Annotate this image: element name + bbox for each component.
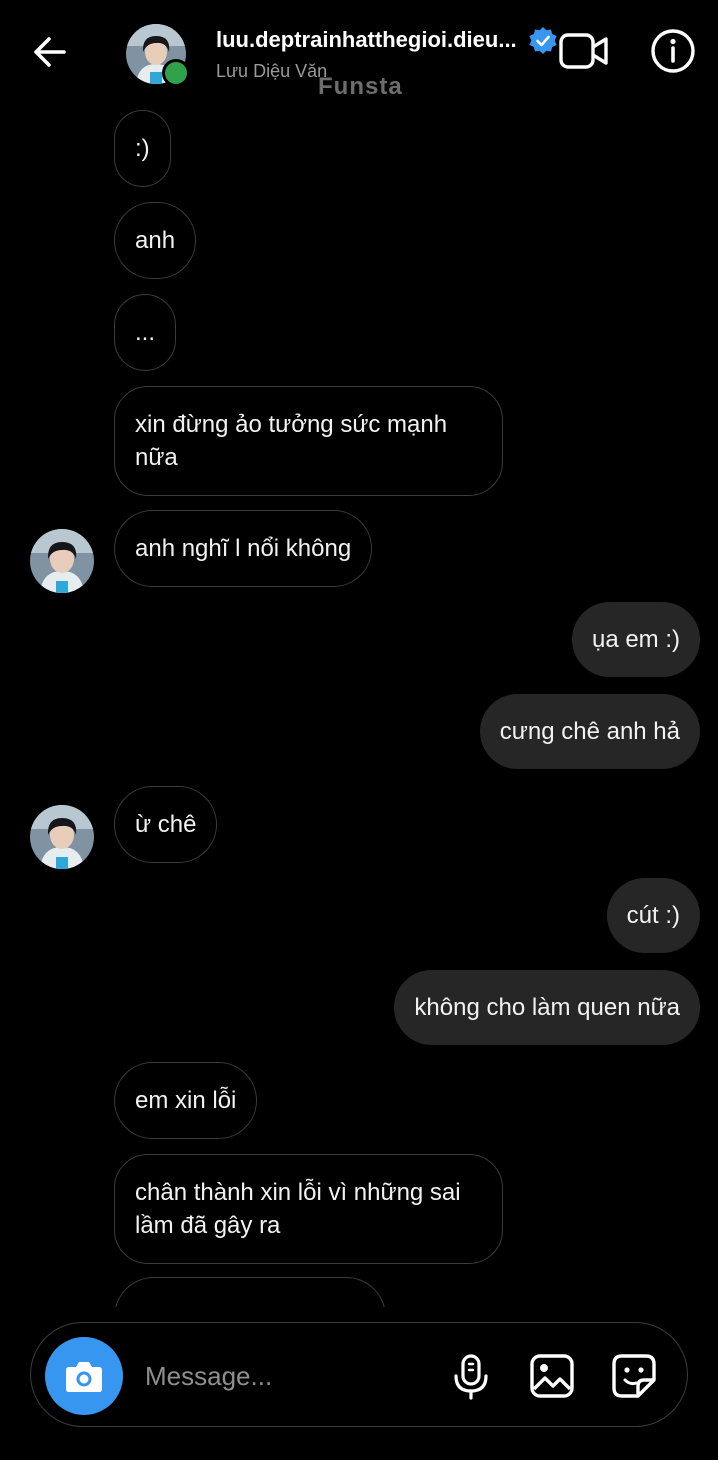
message-thread[interactable]: :) anh ... xin đừng ảo tưởng sức mạnh nữ… [0,105,718,1307]
watermark-text: Funsta [318,73,403,100]
camera-icon [66,1362,102,1392]
sender-avatar[interactable] [30,529,94,593]
contact-username[interactable]: luu.deptrainhatthegioi.dieu... [216,27,517,53]
message-composer [30,1322,688,1427]
outgoing-message-bubble[interactable]: cút :) [606,878,700,953]
incoming-message-bubble[interactable]: anh nghĩ l nổi không [114,510,373,587]
outgoing-message-bubble[interactable]: cưng chê anh hả [479,694,700,769]
outgoing-message-bubble[interactable]: ụa em :) [571,602,700,677]
chat-header: luu.deptrainhatthegioi.dieu... Lưu Diệu … [0,0,718,105]
back-arrow-icon[interactable] [28,30,72,74]
incoming-message-bubble-partial[interactable] [114,1277,386,1307]
info-icon[interactable] [650,28,696,74]
online-status-indicator [162,59,190,87]
incoming-message-bubble[interactable]: anh [114,202,197,279]
video-camera-icon[interactable] [558,28,610,74]
verified-badge-icon [529,27,557,54]
message-input[interactable] [143,1353,427,1399]
microphone-icon[interactable] [449,1353,493,1401]
incoming-message-bubble[interactable]: ... [114,294,177,371]
incoming-message-bubble[interactable]: ừ chê [114,786,218,863]
incoming-message-bubble[interactable]: :) [114,110,171,187]
contact-display-name: Lưu Diệu Văn [216,61,328,81]
incoming-message-bubble[interactable]: xin đừng ảo tưởng sức mạnh nữa [114,386,503,496]
incoming-message-bubble[interactable]: chân thành xin lỗi vì những sai lầm đã g… [114,1154,503,1264]
sticker-icon[interactable] [611,1353,657,1399]
gallery-icon[interactable] [529,1353,575,1399]
outgoing-message-bubble[interactable]: không cho làm quen nữa [394,970,700,1045]
sender-avatar[interactable] [30,805,94,869]
camera-button[interactable] [45,1337,123,1415]
incoming-message-bubble[interactable]: em xin lỗi [114,1062,258,1139]
